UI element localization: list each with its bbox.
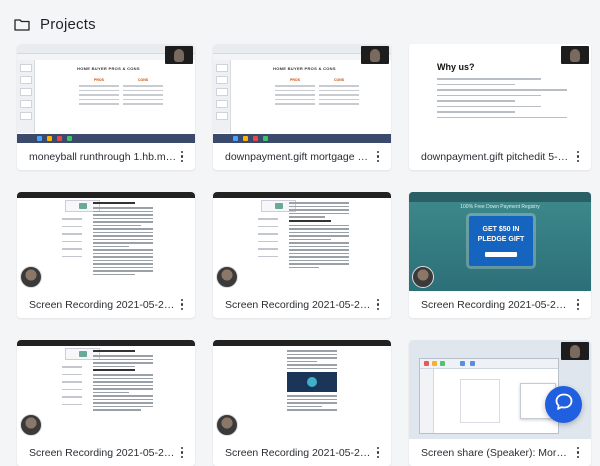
project-card[interactable]: Screen Recording 2021-05-28 at 0... <box>213 192 391 318</box>
video-thumbnail[interactable]: 100% Free Down Payment Registry GET $50 … <box>409 192 591 291</box>
promo-button <box>485 252 517 257</box>
card-caption: downpayment.gift mortgage money <box>213 143 391 170</box>
slide-panel <box>420 369 434 433</box>
pros-column: PROS <box>275 78 315 108</box>
more-options-icon[interactable] <box>373 446 383 459</box>
doc-sidebar <box>57 366 87 411</box>
card-caption: Screen share (Speaker): Mortgage <box>409 439 591 466</box>
video-thumbnail[interactable]: HOME BUYER PROS & CONS PROS CONS <box>213 44 391 143</box>
doc-text <box>93 350 153 413</box>
slide-title: HOME BUYER PROS & CONS <box>77 66 140 71</box>
more-options-icon[interactable] <box>373 298 383 311</box>
project-card[interactable]: 100% Free Down Payment Registry GET $50 … <box>409 192 591 318</box>
project-card[interactable]: Screen Recording 2021-05-28 at 0... <box>17 340 195 466</box>
chat-bubble-icon <box>554 392 574 417</box>
card-title[interactable]: Screen share (Speaker): Mortgage <box>421 447 569 459</box>
card-caption: Screen Recording 2021-05-28 at 0... <box>409 291 591 318</box>
project-card[interactable]: Screen Recording 2021-05-28 at 0... <box>213 340 391 466</box>
card-title[interactable]: Screen Recording 2021-05-28 at 0... <box>29 447 177 459</box>
more-options-icon[interactable] <box>177 446 187 459</box>
cons-label: CONS <box>333 78 345 82</box>
card-title[interactable]: Screen Recording 2021-05-28 at 0... <box>225 447 373 459</box>
doc-sidebar <box>253 218 283 263</box>
card-title[interactable]: downpayment.gift mortgage money <box>225 151 373 163</box>
embedded-image <box>287 372 337 392</box>
doc-sidebar <box>57 218 87 263</box>
video-thumbnail[interactable] <box>213 340 391 439</box>
avatar <box>216 414 238 436</box>
project-card[interactable]: HOME BUYER PROS & CONS PROS CONS downpay… <box>213 44 391 170</box>
taskbar <box>213 134 391 143</box>
avatar <box>216 266 238 288</box>
avatar <box>412 266 434 288</box>
more-options-icon[interactable] <box>573 298 583 311</box>
doc-text <box>287 350 337 413</box>
doc-text <box>93 202 153 277</box>
browser-bar <box>17 192 195 198</box>
avatar <box>20 266 42 288</box>
taskbar <box>17 134 195 143</box>
card-caption: downpayment.gift pitchedit 5-28. <box>409 143 591 170</box>
card-caption: Screen Recording 2021-05-28 at 0... <box>213 439 391 466</box>
more-options-icon[interactable] <box>573 150 583 163</box>
shared-window <box>419 358 559 434</box>
project-card[interactable]: Why us? downpayment.gift pitchedit 5-28. <box>409 44 591 170</box>
slide-bullets <box>437 78 567 122</box>
slide-title: Why us? <box>437 62 475 72</box>
webcam-overlay <box>561 46 589 64</box>
video-thumbnail[interactable]: Why us? <box>409 44 591 143</box>
webcam-overlay <box>165 46 193 64</box>
slide-panel <box>213 60 231 133</box>
card-title[interactable]: Screen Recording 2021-05-28 at 0... <box>421 299 569 311</box>
webcam-overlay <box>561 342 589 360</box>
video-thumbnail[interactable] <box>17 340 195 439</box>
slide-canvas <box>460 379 500 423</box>
card-caption: moneyball runthrough 1.hb.mp4 <box>17 143 195 170</box>
more-options-icon[interactable] <box>373 150 383 163</box>
chat-button[interactable] <box>545 386 582 423</box>
card-title[interactable]: Screen Recording 2021-05-28 at 0... <box>29 299 177 311</box>
project-grid: HOME BUYER PROS & CONS PROS CONS moneyba… <box>17 44 600 466</box>
promo-line-1: GET $50 IN <box>482 226 520 233</box>
cons-label: CONS <box>137 78 149 82</box>
doc-text <box>289 202 349 270</box>
pros-column: PROS <box>79 78 119 108</box>
browser-bar <box>17 340 195 346</box>
page-title: Projects <box>40 15 96 33</box>
more-options-icon[interactable] <box>177 298 187 311</box>
browser-bar <box>213 192 391 198</box>
browser-bar <box>409 192 591 202</box>
video-thumbnail[interactable]: HOME BUYER PROS & CONS PROS CONS <box>17 44 195 143</box>
cons-column: CONS <box>123 78 163 108</box>
card-caption: Screen Recording 2021-05-28 at 0... <box>213 291 391 318</box>
slide-panel <box>17 60 35 133</box>
page-header: Projects <box>14 12 96 36</box>
promo-banner: GET $50 IN PLEDGE GIFT <box>469 216 533 266</box>
slide-title: HOME BUYER PROS & CONS <box>273 66 336 71</box>
cons-column: CONS <box>319 78 359 108</box>
card-caption: Screen Recording 2021-05-28 at 0... <box>17 439 195 466</box>
pros-label: PROS <box>94 78 104 82</box>
card-title[interactable]: moneyball runthrough 1.hb.mp4 <box>29 151 177 163</box>
video-thumbnail[interactable] <box>213 192 391 291</box>
project-card[interactable]: Screen Recording 2021-05-28 at 0... <box>17 192 195 318</box>
card-title[interactable]: Screen Recording 2021-05-28 at 0... <box>225 299 373 311</box>
project-card[interactable]: HOME BUYER PROS & CONS PROS CONS moneyba… <box>17 44 195 170</box>
webcam-overlay <box>361 46 389 64</box>
avatar <box>20 414 42 436</box>
browser-bar <box>213 340 391 346</box>
pros-label: PROS <box>290 78 300 82</box>
card-title[interactable]: downpayment.gift pitchedit 5-28. <box>421 151 569 163</box>
folder-icon <box>14 18 30 31</box>
more-options-icon[interactable] <box>177 150 187 163</box>
promo-line-2: PLEDGE GIFT <box>477 236 525 243</box>
more-options-icon[interactable] <box>573 446 583 459</box>
app-toolbar <box>420 359 558 369</box>
video-thumbnail[interactable] <box>17 192 195 291</box>
card-caption: Screen Recording 2021-05-28 at 0... <box>17 291 195 318</box>
promo-heading: 100% Free Down Payment Registry <box>460 204 540 210</box>
